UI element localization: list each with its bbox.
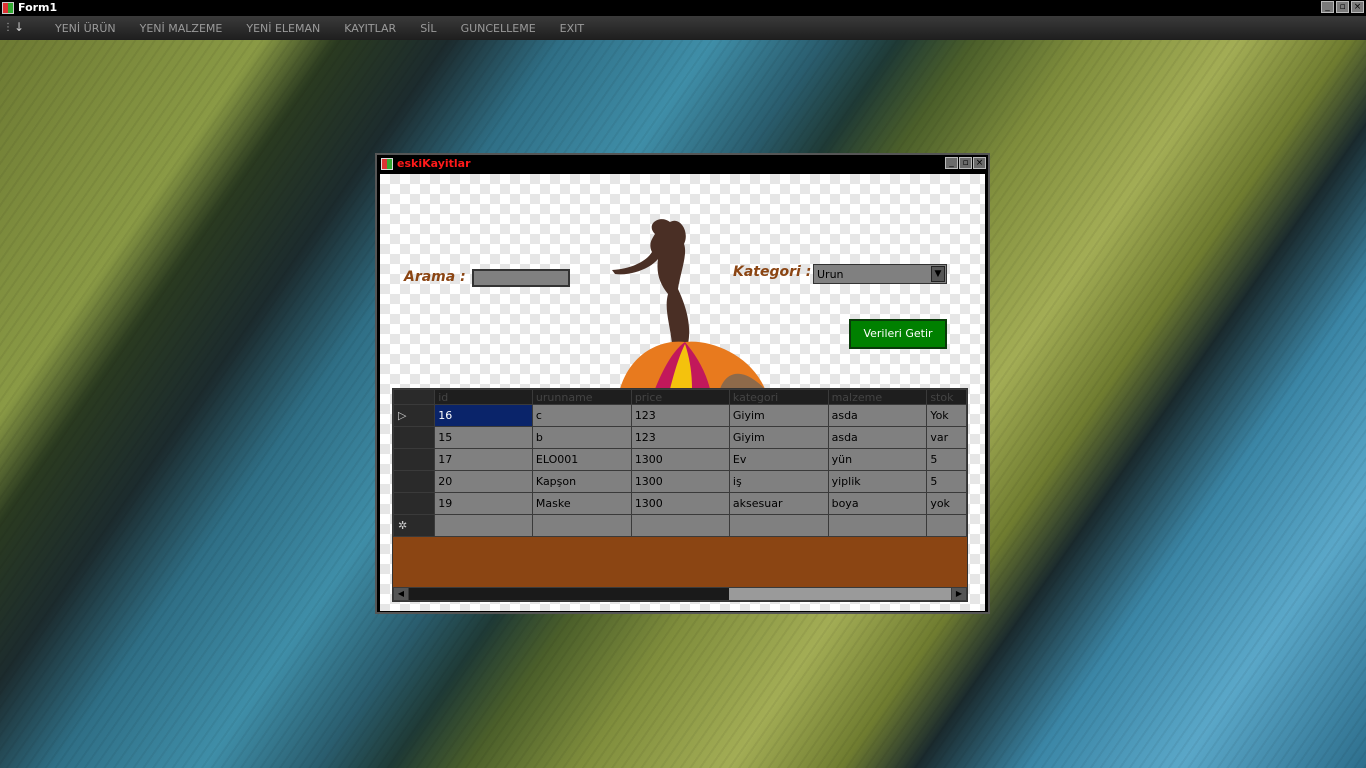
column-header[interactable]: kategori bbox=[728, 389, 829, 405]
down-arrow-icon[interactable]: ↓ bbox=[14, 20, 24, 34]
scroll-right-icon[interactable]: ▶ bbox=[952, 588, 966, 600]
table-cell[interactable]: yok bbox=[926, 492, 967, 515]
table-cell[interactable]: asda bbox=[827, 426, 928, 449]
chevron-down-icon[interactable]: ▼ bbox=[931, 266, 945, 282]
table-cell[interactable]: ELO001 bbox=[531, 448, 632, 471]
table-cell[interactable] bbox=[434, 514, 533, 537]
new-row[interactable]: ✲ bbox=[393, 514, 967, 537]
menu-item[interactable]: SİL bbox=[420, 22, 436, 35]
dancer-illustration bbox=[612, 219, 765, 389]
window-title: Form1 bbox=[18, 1, 58, 14]
menu-item[interactable]: YENİ ELEMAN bbox=[246, 22, 320, 35]
scroll-left-icon[interactable]: ◀ bbox=[394, 588, 408, 600]
menu-item[interactable]: YENİ MALZEME bbox=[140, 22, 223, 35]
row-header[interactable] bbox=[393, 470, 436, 493]
child-maximize-icon[interactable]: ▫ bbox=[959, 157, 972, 169]
search-label: Arama : bbox=[404, 269, 466, 285]
column-header[interactable]: id bbox=[434, 389, 533, 405]
table-row[interactable]: 17 ELO001 1300 Ev yün 5 bbox=[393, 448, 967, 471]
table-cell[interactable]: Yok bbox=[926, 404, 967, 427]
table-cell[interactable]: 20 bbox=[434, 470, 533, 493]
minimize-icon[interactable]: _ bbox=[1321, 1, 1334, 13]
table-cell[interactable] bbox=[926, 514, 967, 537]
menu-bar: ⋮ ↓ YENİ ÜRÜN YENİ MALZEME YENİ ELEMAN KAYI… bbox=[0, 16, 1366, 40]
category-label: Kategori : bbox=[733, 264, 812, 280]
table-cell[interactable]: asda bbox=[827, 404, 928, 427]
table-cell[interactable]: 123 bbox=[630, 404, 730, 427]
search-input[interactable] bbox=[472, 269, 570, 287]
table-cell[interactable]: Kapşon bbox=[531, 470, 632, 493]
table-cell[interactable]: iş bbox=[728, 470, 829, 493]
close-icon[interactable]: × bbox=[1351, 1, 1364, 13]
table-cell[interactable]: boya bbox=[827, 492, 928, 515]
main-titlebar: Form1 _ ▫ × bbox=[0, 0, 1366, 16]
eskikayitlar-window: eskiKayitlar _ ▫ × Arama : Kategori : Ur… bbox=[375, 153, 990, 614]
app-icon bbox=[2, 2, 14, 14]
horizontal-scrollbar[interactable]: ◀ ▶ bbox=[393, 587, 967, 601]
child-close-icon[interactable]: × bbox=[973, 157, 986, 169]
table-cell[interactable]: Giyim bbox=[728, 404, 829, 427]
records-grid[interactable]: id urunname price kategori malzeme stok ▷ 16 c 1… bbox=[392, 388, 968, 602]
category-select[interactable]: Urun ▼ bbox=[813, 264, 947, 284]
table-cell[interactable]: 15 bbox=[434, 426, 533, 449]
row-header-corner bbox=[393, 389, 436, 405]
fetch-data-button[interactable]: Verileri Getir bbox=[849, 319, 947, 349]
column-header[interactable]: urunname bbox=[531, 389, 632, 405]
menu-item[interactable]: GUNCELLEME bbox=[461, 22, 536, 35]
menu-item[interactable]: YENİ ÜRÜN bbox=[55, 22, 116, 35]
table-cell[interactable]: 1300 bbox=[630, 492, 730, 515]
table-cell[interactable]: yiplik bbox=[827, 470, 928, 493]
table-cell[interactable]: Maske bbox=[531, 492, 632, 515]
table-cell[interactable] bbox=[827, 514, 928, 537]
table-row[interactable]: 15 b 123 Giyim asda var bbox=[393, 426, 967, 449]
column-header[interactable]: stok bbox=[926, 389, 967, 405]
table-cell[interactable] bbox=[531, 514, 632, 537]
table-cell[interactable]: 19 bbox=[434, 492, 533, 515]
child-app-icon bbox=[381, 158, 393, 170]
table-row[interactable]: ▷ 16 c 123 Giyim asda Yok bbox=[393, 404, 967, 427]
row-header[interactable] bbox=[393, 426, 436, 449]
category-selected-value: Urun bbox=[817, 268, 844, 281]
table-cell[interactable]: 1300 bbox=[630, 448, 730, 471]
table-cell[interactable]: 5 bbox=[926, 448, 967, 471]
table-row[interactable]: 20 Kapşon 1300 iş yiplik 5 bbox=[393, 470, 967, 493]
current-row-indicator[interactable]: ▷ bbox=[393, 404, 436, 427]
scroll-track[interactable] bbox=[729, 588, 951, 600]
column-header[interactable]: price bbox=[630, 389, 730, 405]
child-titlebar: eskiKayitlar _ ▫ × bbox=[377, 155, 988, 173]
table-cell[interactable]: c bbox=[531, 404, 632, 427]
row-header[interactable] bbox=[393, 492, 436, 515]
table-cell[interactable]: 17 bbox=[434, 448, 533, 471]
table-cell[interactable]: Giyim bbox=[728, 426, 829, 449]
window-controls: _ ▫ × bbox=[1321, 1, 1364, 13]
restore-icon[interactable]: ▫ bbox=[1336, 1, 1349, 13]
table-cell[interactable]: aksesuar bbox=[728, 492, 829, 515]
table-cell[interactable]: 123 bbox=[630, 426, 730, 449]
new-row-icon[interactable]: ✲ bbox=[393, 514, 436, 537]
table-cell[interactable]: b bbox=[531, 426, 632, 449]
records-table: id urunname price kategori malzeme stok ▷ 16 c 1… bbox=[393, 389, 967, 537]
table-row[interactable]: 19 Maske 1300 aksesuar boya yok bbox=[393, 492, 967, 515]
table-cell[interactable]: var bbox=[926, 426, 967, 449]
grip-icon: ⋮ bbox=[3, 22, 13, 33]
child-window-controls: _ ▫ × bbox=[945, 157, 986, 169]
row-header[interactable] bbox=[393, 448, 436, 471]
menu-item[interactable]: EXIT bbox=[560, 22, 584, 35]
column-header[interactable]: malzeme bbox=[827, 389, 928, 405]
child-window-title: eskiKayitlar bbox=[397, 157, 471, 170]
table-cell[interactable]: yün bbox=[827, 448, 928, 471]
table-cell[interactable] bbox=[630, 514, 730, 537]
child-minimize-icon[interactable]: _ bbox=[945, 157, 958, 169]
table-cell[interactable]: 16 bbox=[434, 404, 533, 427]
table-cell[interactable] bbox=[728, 514, 829, 537]
table-cell[interactable]: 5 bbox=[926, 470, 967, 493]
child-client-area: Arama : Kategori : Urun ▼ Verileri Getir… bbox=[380, 174, 985, 611]
menu-items: YENİ ÜRÜN YENİ MALZEME YENİ ELEMAN KAYITLAR… bbox=[55, 22, 608, 35]
table-cell[interactable]: Ev bbox=[728, 448, 829, 471]
scroll-thumb[interactable] bbox=[409, 588, 729, 600]
menu-item[interactable]: KAYITLAR bbox=[344, 22, 396, 35]
table-cell[interactable]: 1300 bbox=[630, 470, 730, 493]
